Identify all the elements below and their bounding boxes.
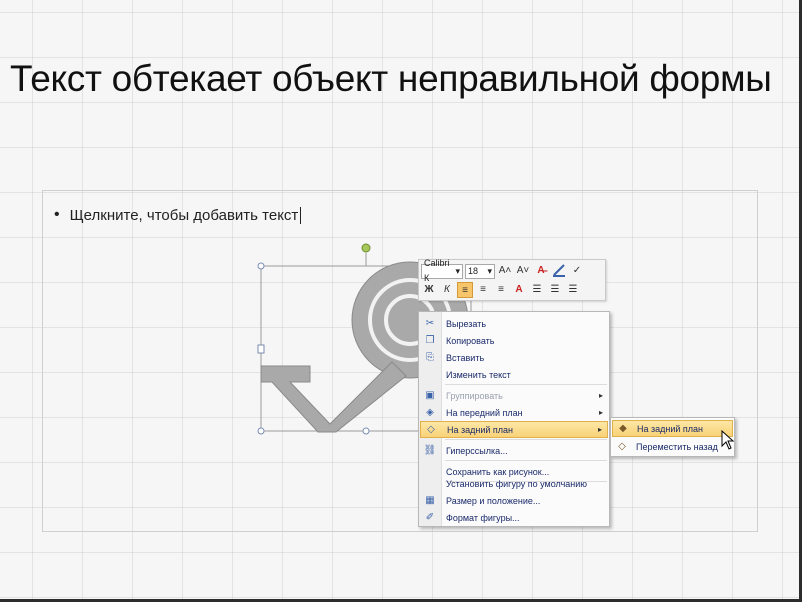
grow-font-icon[interactable]: A˄ bbox=[497, 263, 513, 279]
size-position-icon: ▦ bbox=[425, 495, 435, 506]
format-shape-icon: ✐ bbox=[425, 512, 435, 523]
menu-item-label: Гиперссылка... bbox=[446, 445, 508, 456]
mini-toolbar-row-1: Calibri К ▾ 18 ▾ A˄ A˅ A̶ ✓ bbox=[421, 258, 585, 283]
resize-handle-left[interactable] bbox=[257, 344, 265, 354]
menu-item-label: Вставить bbox=[446, 352, 485, 363]
menu-item-group[interactable]: ▣ Группировать ▸ bbox=[420, 387, 608, 404]
send-backward-icon: ◇ bbox=[618, 441, 626, 452]
submenu-item-label: На задний план bbox=[637, 423, 704, 434]
bullets-icon[interactable]: ☰ bbox=[565, 282, 581, 298]
menu-item-set-default-shape[interactable]: Установить фигуру по умолчанию bbox=[420, 475, 608, 492]
menu-item-label: Установить фигуру по умолчанию bbox=[446, 478, 588, 489]
shape-check-mark bbox=[260, 361, 407, 433]
mini-toolbar-row-2: Ж К ≡ ≡ ≡ A ☰ ☰ ☰ bbox=[421, 281, 581, 299]
increase-indent-icon[interactable]: ☰ bbox=[547, 282, 563, 298]
menu-item-format-shape[interactable]: ✐ Формат фигуры... bbox=[420, 509, 608, 526]
menu-item-send-back[interactable]: ◇ На задний план ▸ bbox=[420, 421, 608, 438]
group-icon: ▣ bbox=[425, 390, 435, 401]
italic-icon[interactable]: К bbox=[439, 282, 455, 298]
chevron-down-icon: ▾ bbox=[455, 265, 460, 276]
line-color-icon[interactable] bbox=[551, 263, 567, 279]
context-menu: ✂ Вырезать ❐ Копировать ⎘ Вставить Измен… bbox=[418, 311, 610, 527]
paste-icon: ⎘ bbox=[426, 352, 434, 363]
menu-item-copy[interactable]: ❐ Копировать bbox=[420, 332, 608, 349]
submenu-arrow-icon: ▸ bbox=[597, 425, 602, 434]
menu-item-cut[interactable]: ✂ Вырезать bbox=[420, 315, 608, 332]
selected-shape-group[interactable] bbox=[0, 0, 802, 602]
resize-handle-top-left[interactable] bbox=[257, 262, 265, 270]
menu-item-label: Копировать bbox=[446, 335, 495, 346]
menu-separator bbox=[445, 439, 607, 440]
mini-toolbar: Calibri К ▾ 18 ▾ A˄ A˅ A̶ ✓ Ж К ≡ ≡ ≡ A … bbox=[418, 258, 606, 301]
align-left-icon[interactable]: ≡ bbox=[457, 282, 473, 298]
chevron-down-icon: ▾ bbox=[487, 265, 492, 276]
menu-item-label: Изменить текст bbox=[446, 369, 511, 380]
shrink-font-icon[interactable]: A˅ bbox=[515, 263, 531, 279]
submenu-item-label: Переместить назад bbox=[636, 441, 718, 452]
copy-icon: ❐ bbox=[425, 335, 435, 346]
rotation-handle[interactable] bbox=[361, 243, 371, 253]
send-back-icon: ◇ bbox=[427, 424, 435, 435]
menu-item-label: На задний план bbox=[447, 424, 514, 435]
pen-icon bbox=[553, 264, 565, 277]
hyperlink-icon: ⛓ bbox=[423, 445, 437, 456]
resize-handle-bottom-left[interactable] bbox=[257, 427, 265, 435]
menu-item-size-position[interactable]: ▦ Размер и положение... bbox=[420, 492, 608, 509]
menu-item-paste[interactable]: ⎘ Вставить bbox=[420, 349, 608, 366]
menu-item-label: Группировать bbox=[446, 390, 503, 401]
font-name-combo[interactable]: Calibri К ▾ bbox=[421, 258, 463, 283]
font-color-icon[interactable]: A̶ bbox=[533, 263, 549, 279]
menu-item-bring-front[interactable]: ◈ На передний план ▸ bbox=[420, 404, 608, 421]
menu-item-label: Размер и положение... bbox=[446, 495, 541, 506]
bold-icon[interactable]: Ж bbox=[421, 282, 437, 298]
decrease-indent-icon[interactable]: ☰ bbox=[529, 282, 545, 298]
text-color-icon[interactable]: A bbox=[511, 282, 527, 298]
align-center-icon[interactable]: ≡ bbox=[475, 282, 491, 298]
align-right-icon[interactable]: ≡ bbox=[493, 282, 509, 298]
menu-item-edit-text[interactable]: Изменить текст bbox=[420, 366, 608, 383]
menu-item-label: Формат фигуры... bbox=[446, 512, 520, 523]
font-size-value: 18 bbox=[468, 265, 479, 276]
submenu-arrow-icon: ▸ bbox=[598, 408, 603, 417]
font-size-combo[interactable]: 18 ▾ bbox=[465, 263, 495, 279]
format-painter-icon[interactable]: ✓ bbox=[569, 263, 585, 279]
send-to-back-icon: ◆ bbox=[619, 423, 627, 434]
submenu-item-send-to-back[interactable]: ◆ На задний план bbox=[612, 420, 733, 437]
mouse-pointer-icon bbox=[721, 430, 735, 450]
send-back-submenu: ◆ На задний план ◇ Переместить назад bbox=[610, 417, 735, 457]
bring-front-icon: ◈ bbox=[426, 407, 434, 418]
menu-item-hyperlink[interactable]: ⛓ Гиперссылка... bbox=[420, 442, 608, 459]
submenu-item-send-backward[interactable]: ◇ Переместить назад bbox=[612, 438, 733, 455]
menu-separator bbox=[445, 384, 607, 385]
submenu-arrow-icon: ▸ bbox=[598, 391, 603, 400]
menu-item-label: Вырезать bbox=[446, 318, 487, 329]
scissors-icon: ✂ bbox=[425, 318, 435, 329]
menu-separator bbox=[445, 460, 607, 461]
slide-canvas: Текст обтекает объект неправильной формы… bbox=[0, 0, 802, 602]
menu-item-label: На передний план bbox=[446, 407, 523, 418]
resize-handle-bottom[interactable] bbox=[362, 427, 370, 435]
